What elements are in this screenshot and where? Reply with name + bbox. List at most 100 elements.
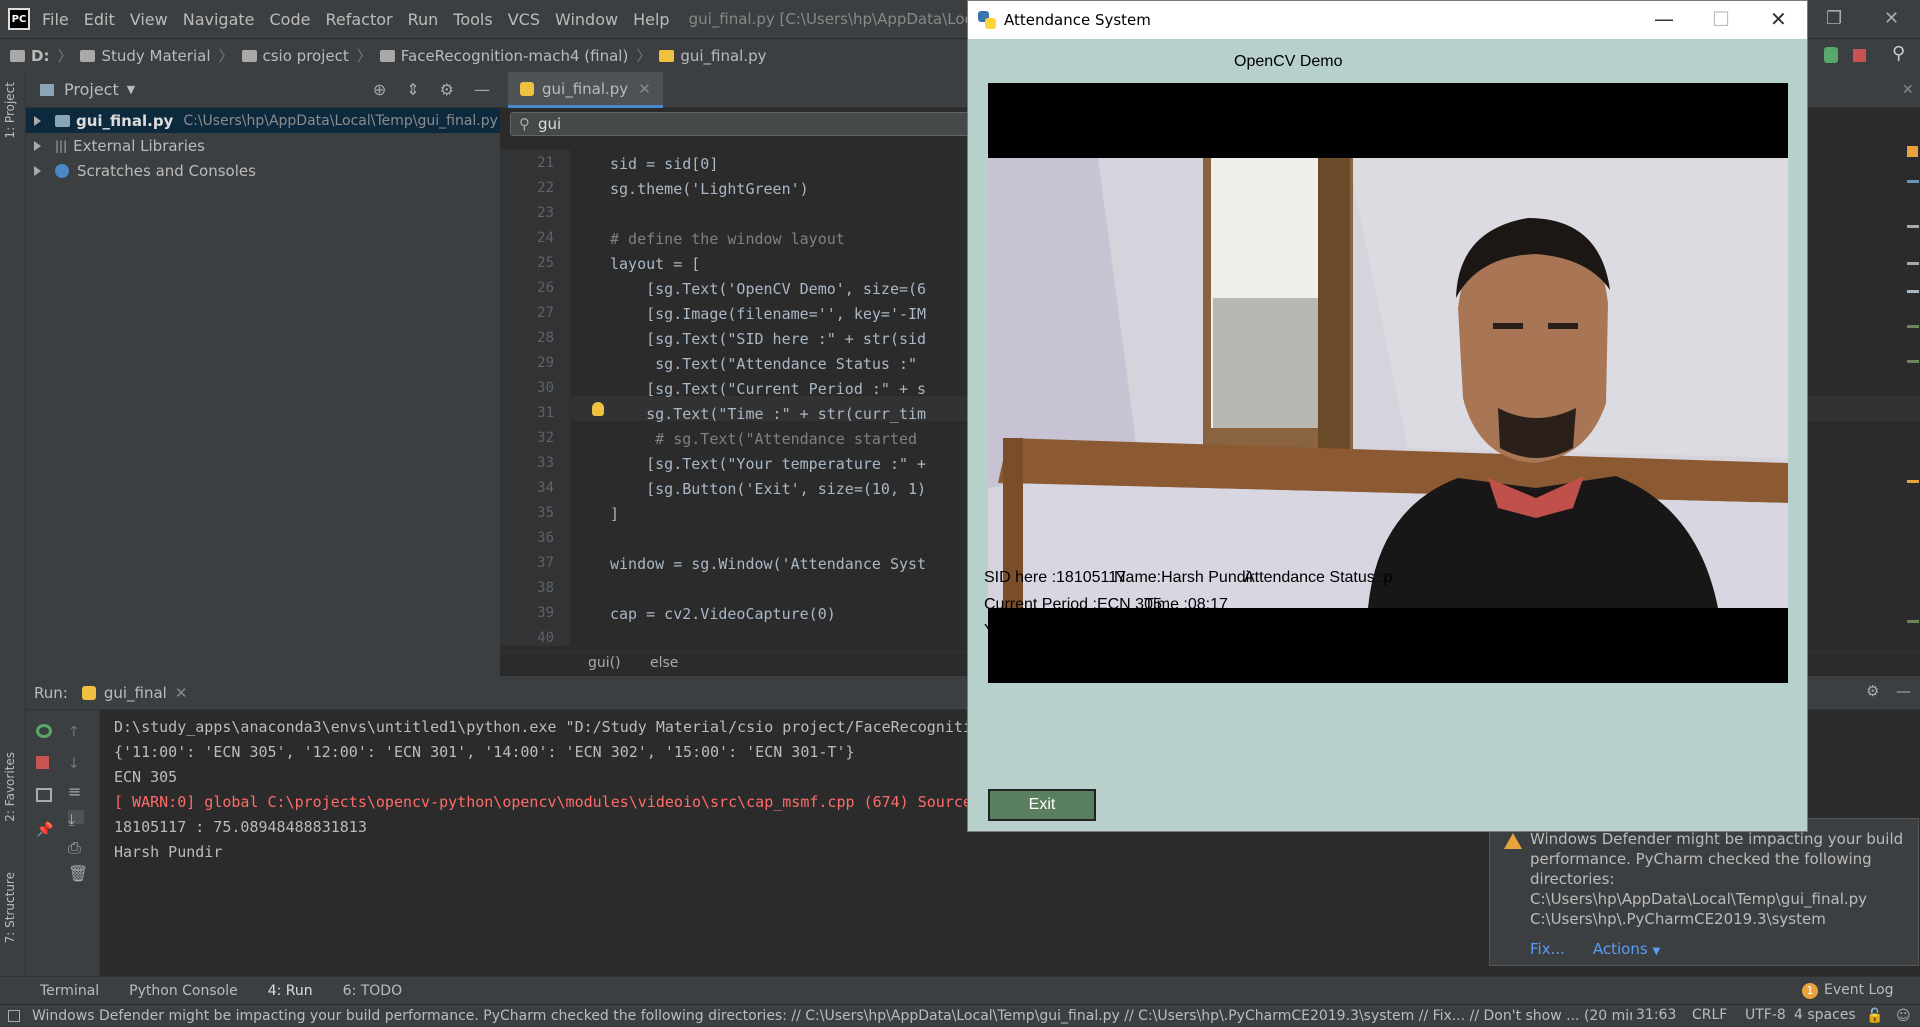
actions-link[interactable]: Actions ▼ — [1593, 939, 1660, 962]
code-breadcrumb-branch[interactable]: else — [650, 655, 678, 671]
event-log-button[interactable]: Event Log — [1824, 982, 1894, 998]
temperature-label: Your temperature :NA — [984, 622, 1139, 639]
chevron-down-icon[interactable]: ▼ — [127, 83, 135, 96]
stripe-marker[interactable] — [1907, 360, 1919, 363]
run-tab-label[interactable]: gui_final — [104, 684, 167, 702]
trash-icon[interactable]: 🗑 — [68, 864, 88, 883]
breadcrumb-study-material[interactable]: Study Material — [80, 47, 210, 65]
tab-todo[interactable]: 6: TODO — [343, 983, 402, 999]
code-line: # sg.Text("Attendance started — [610, 430, 918, 448]
menu-navigate[interactable]: Navigate — [183, 10, 255, 29]
breadcrumb-csio-project[interactable]: csio project — [241, 46, 349, 65]
stripe-marker[interactable] — [1907, 620, 1919, 623]
expand-arrow-icon[interactable] — [34, 115, 41, 126]
stripe-marker[interactable] — [1907, 225, 1919, 228]
project-tool-tab[interactable]: 1: Project — [3, 82, 17, 139]
tab-run[interactable]: 4: Run — [268, 983, 313, 999]
status-message[interactable]: Windows Defender might be impacting your… — [32, 1008, 1632, 1024]
tree-item-scratches[interactable]: Scratches and Consoles — [26, 158, 500, 183]
lock-icon[interactable]: 🔓 — [1866, 1008, 1883, 1024]
close-icon[interactable]: ✕ — [1902, 82, 1914, 98]
gear-icon[interactable]: ⚙ — [440, 80, 454, 99]
search-icon[interactable]: ⚲ — [1892, 43, 1905, 64]
cursor-position[interactable]: 31:63 — [1636, 1007, 1676, 1023]
code-line: sg.Text("Time :" + str(curr_tim — [610, 405, 927, 423]
stripe-marker[interactable] — [1907, 290, 1919, 293]
menu-view[interactable]: View — [130, 10, 168, 29]
collapse-icon[interactable]: ⇕ — [406, 80, 419, 99]
structure-tool-tab[interactable]: 7: Structure — [3, 872, 17, 943]
stripe-marker[interactable] — [1907, 262, 1919, 265]
breadcrumb-drive[interactable]: D: — [10, 47, 49, 65]
minimize-icon[interactable]: — — [1896, 682, 1911, 700]
debug-icon[interactable] — [1824, 47, 1838, 63]
indent[interactable]: 4 spaces — [1794, 1007, 1856, 1023]
menu-refactor[interactable]: Refactor — [325, 10, 392, 29]
stripe-marker[interactable] — [1907, 325, 1919, 328]
attendance-titlebar[interactable]: Attendance System — ☐ ✕ — [968, 1, 1807, 39]
code-line: [sg.Text("Your temperature :" + — [610, 455, 927, 473]
minimize-icon[interactable]: — — [1654, 7, 1674, 31]
favorites-tool-tab[interactable]: 2: Favorites — [3, 752, 17, 822]
notification-dir: C:\Users\hp\AppData\Local\Temp\gui_final… — [1530, 890, 1868, 908]
tab-gui-final[interactable]: gui_final.py ✕ — [508, 72, 663, 108]
folder-icon — [241, 49, 257, 62]
breadcrumb-label: csio project — [262, 46, 349, 65]
restore-icon[interactable]: ❐ — [1826, 8, 1842, 29]
stripe-marker[interactable] — [1907, 480, 1919, 483]
encoding[interactable]: UTF-8 — [1745, 1007, 1786, 1023]
expand-arrow-icon[interactable] — [34, 165, 41, 176]
tab-terminal[interactable]: Terminal — [40, 983, 99, 999]
exit-button[interactable]: Exit — [988, 789, 1096, 821]
close-icon[interactable]: ✕ — [1770, 7, 1787, 31]
tool-windows-icon[interactable] — [8, 1010, 20, 1022]
tree-item-path: C:\Users\hp\AppData\Local\Temp\gui_final… — [183, 112, 498, 129]
soft-wrap-icon[interactable]: ≡ — [68, 782, 84, 801]
close-icon[interactable]: ✕ — [638, 80, 651, 98]
menu-vcs[interactable]: VCS — [508, 10, 540, 29]
pin-icon[interactable]: 📌 — [36, 822, 53, 838]
arrow-down-icon[interactable]: ↓ — [68, 756, 84, 772]
menu-code[interactable]: Code — [270, 10, 311, 29]
stop-icon[interactable] — [1853, 49, 1866, 62]
project-title[interactable]: Project — [64, 80, 119, 99]
locate-icon[interactable]: ⊕ — [373, 80, 386, 99]
warning-marker[interactable] — [1907, 146, 1918, 157]
fix-link[interactable]: Fix... — [1530, 939, 1565, 962]
maximize-icon[interactable]: ☐ — [1712, 7, 1730, 31]
breadcrumb-file[interactable]: gui_final.py — [659, 47, 767, 65]
menu-help[interactable]: Help — [633, 10, 669, 29]
inspector-icon[interactable]: ☺ — [1896, 1008, 1911, 1024]
attendance-window: Attendance System — ☐ ✕ OpenCV Demo SID … — [967, 0, 1808, 832]
stripe-marker[interactable] — [1907, 180, 1919, 183]
menu-window[interactable]: Window — [555, 10, 618, 29]
tab-python-console[interactable]: Python Console — [129, 983, 238, 999]
name-label: Name:Harsh Pundir — [1114, 569, 1255, 586]
menu-file[interactable]: File — [42, 10, 69, 29]
print-icon[interactable]: ⎙ — [68, 838, 84, 857]
minimize-icon[interactable]: — — [474, 80, 490, 99]
code-area[interactable]: sid = sid[0] sg.theme('LightGreen') # defi… — [500, 150, 970, 646]
breadcrumb-facerecognition[interactable]: FaceRecognition-mach4 (final) — [379, 47, 628, 65]
menu-tools[interactable]: Tools — [453, 10, 492, 29]
gear-icon[interactable]: ⚙ — [1866, 682, 1879, 700]
rerun-icon[interactable] — [36, 724, 52, 738]
folder-icon — [379, 49, 395, 62]
menu-run[interactable]: Run — [408, 10, 439, 29]
tree-item-gui-final[interactable]: gui_final.py C:\Users\hp\AppData\Local\T… — [26, 108, 500, 133]
tree-item-external-libraries[interactable]: ||| External Libraries — [26, 133, 500, 158]
code-breadcrumb-function[interactable]: gui() — [588, 655, 621, 671]
python-logo-icon — [978, 11, 996, 29]
close-icon[interactable]: ✕ — [175, 684, 188, 702]
search-input[interactable]: ⚲ gui — [510, 112, 980, 136]
stop-icon[interactable] — [36, 756, 49, 769]
code-line: [sg.Image(filename='', key='-IM — [610, 305, 927, 323]
python-file-icon — [520, 81, 534, 96]
menu-edit[interactable]: Edit — [84, 10, 115, 29]
scroll-to-end-icon[interactable]: ⤓ — [68, 810, 84, 829]
expand-arrow-icon[interactable] — [34, 140, 41, 151]
close-icon[interactable]: ✕ — [1884, 8, 1899, 29]
layout-icon[interactable] — [36, 788, 52, 802]
line-separator[interactable]: CRLF — [1692, 1007, 1727, 1023]
arrow-up-icon[interactable]: ↑ — [68, 724, 84, 740]
